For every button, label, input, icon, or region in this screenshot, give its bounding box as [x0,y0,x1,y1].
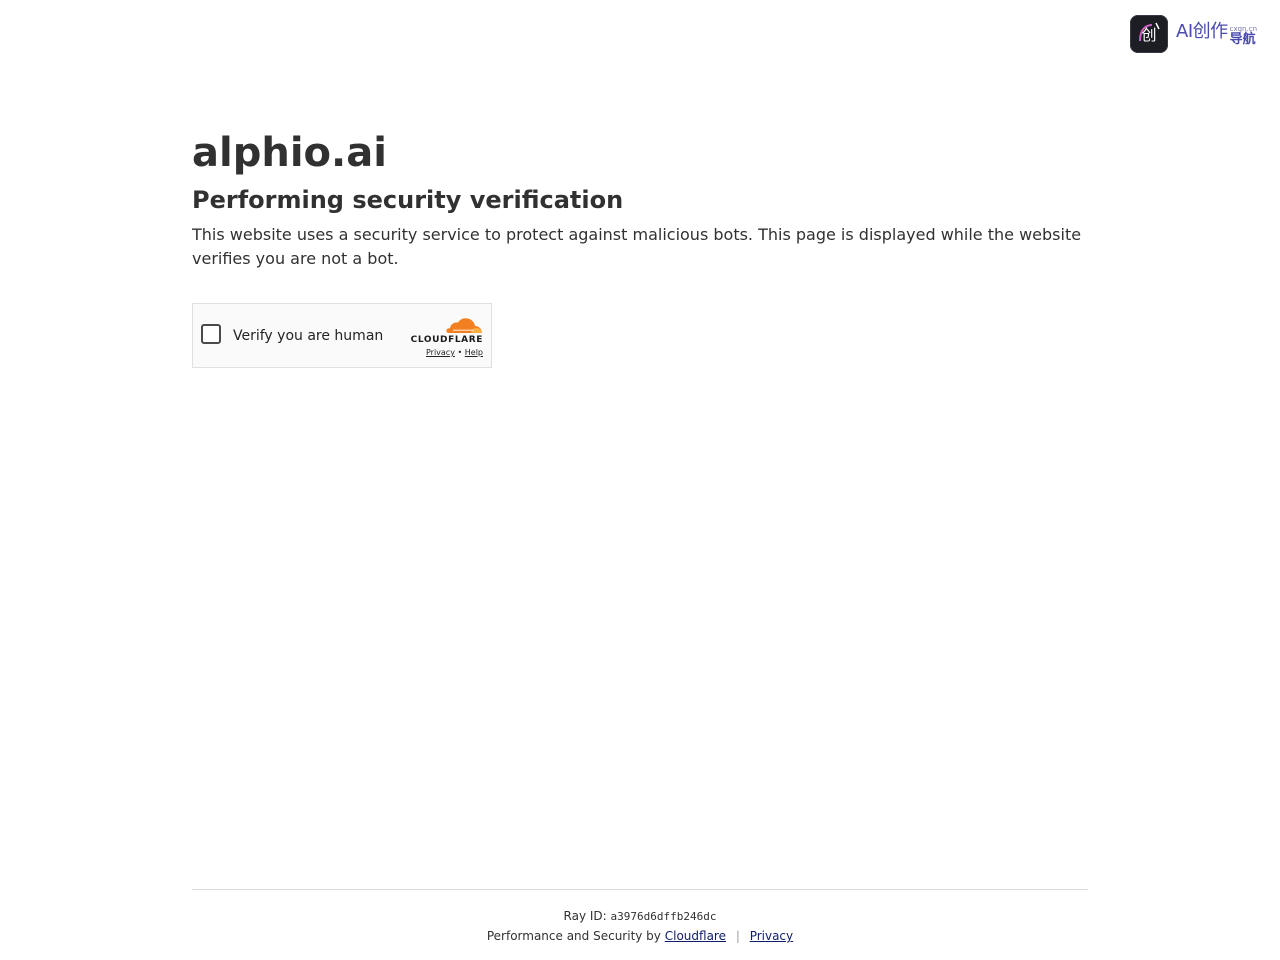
page: 创 AI创作 cxgn.cn 导航 alphio.ai Performing s… [0,0,1280,960]
main-content: alphio.ai Performing security verificati… [192,128,1088,368]
verify-label[interactable]: Verify you are human [233,326,383,346]
page-heading: Performing security verification [192,186,624,214]
ray-id-label: Ray ID: [563,909,607,923]
widget-links: Privacy • Help [407,347,483,359]
ray-id-line: Ray ID: a3976d6dffb246dc [192,908,1088,925]
logo-badge-icon: 创 [1130,15,1168,53]
ray-id-value: a3976d6dffb246dc [610,910,717,923]
footer: Ray ID: a3976d6dffb246dc Performance and… [192,889,1088,944]
performance-text: Performance and Security by [486,929,661,943]
logo-brand-sub: 导航 [1229,31,1256,47]
cloudflare-wordmark: CLOUDFLARE [410,335,483,345]
widget-links-separator: • [457,348,463,357]
performance-line: Performance and Security by Cloudflare |… [192,928,1088,944]
footer-cloudflare-link[interactable]: Cloudflare [665,929,726,943]
verify-checkbox[interactable] [201,324,221,344]
logo-glyph-icon: 创 [1139,22,1160,44]
logo-brand: AI创作 cxgn.cn 导航 [1176,20,1257,47]
logo-brand-main: AI创作 [1176,20,1228,42]
corner-logo[interactable]: 创 AI创作 cxgn.cn 导航 [1130,15,1257,53]
svg-text:创: 创 [1141,26,1156,44]
footer-privacy-link[interactable]: Privacy [750,929,793,943]
turnstile-widget: Verify you are human CLOUDFLARE Privacy … [192,303,492,368]
widget-privacy-link[interactable]: Privacy [426,348,455,357]
logo-brand-side: cxgn.cn 导航 [1229,25,1257,47]
widget-help-link[interactable]: Help [465,348,483,357]
cloudflare-brand: CLOUDFLARE Privacy • Help [407,316,483,359]
footer-separator: | [735,929,740,943]
cloudflare-cloud-icon [446,318,482,333]
site-title: alphio.ai [192,130,387,176]
page-description: This website uses a security service to … [192,225,1082,268]
